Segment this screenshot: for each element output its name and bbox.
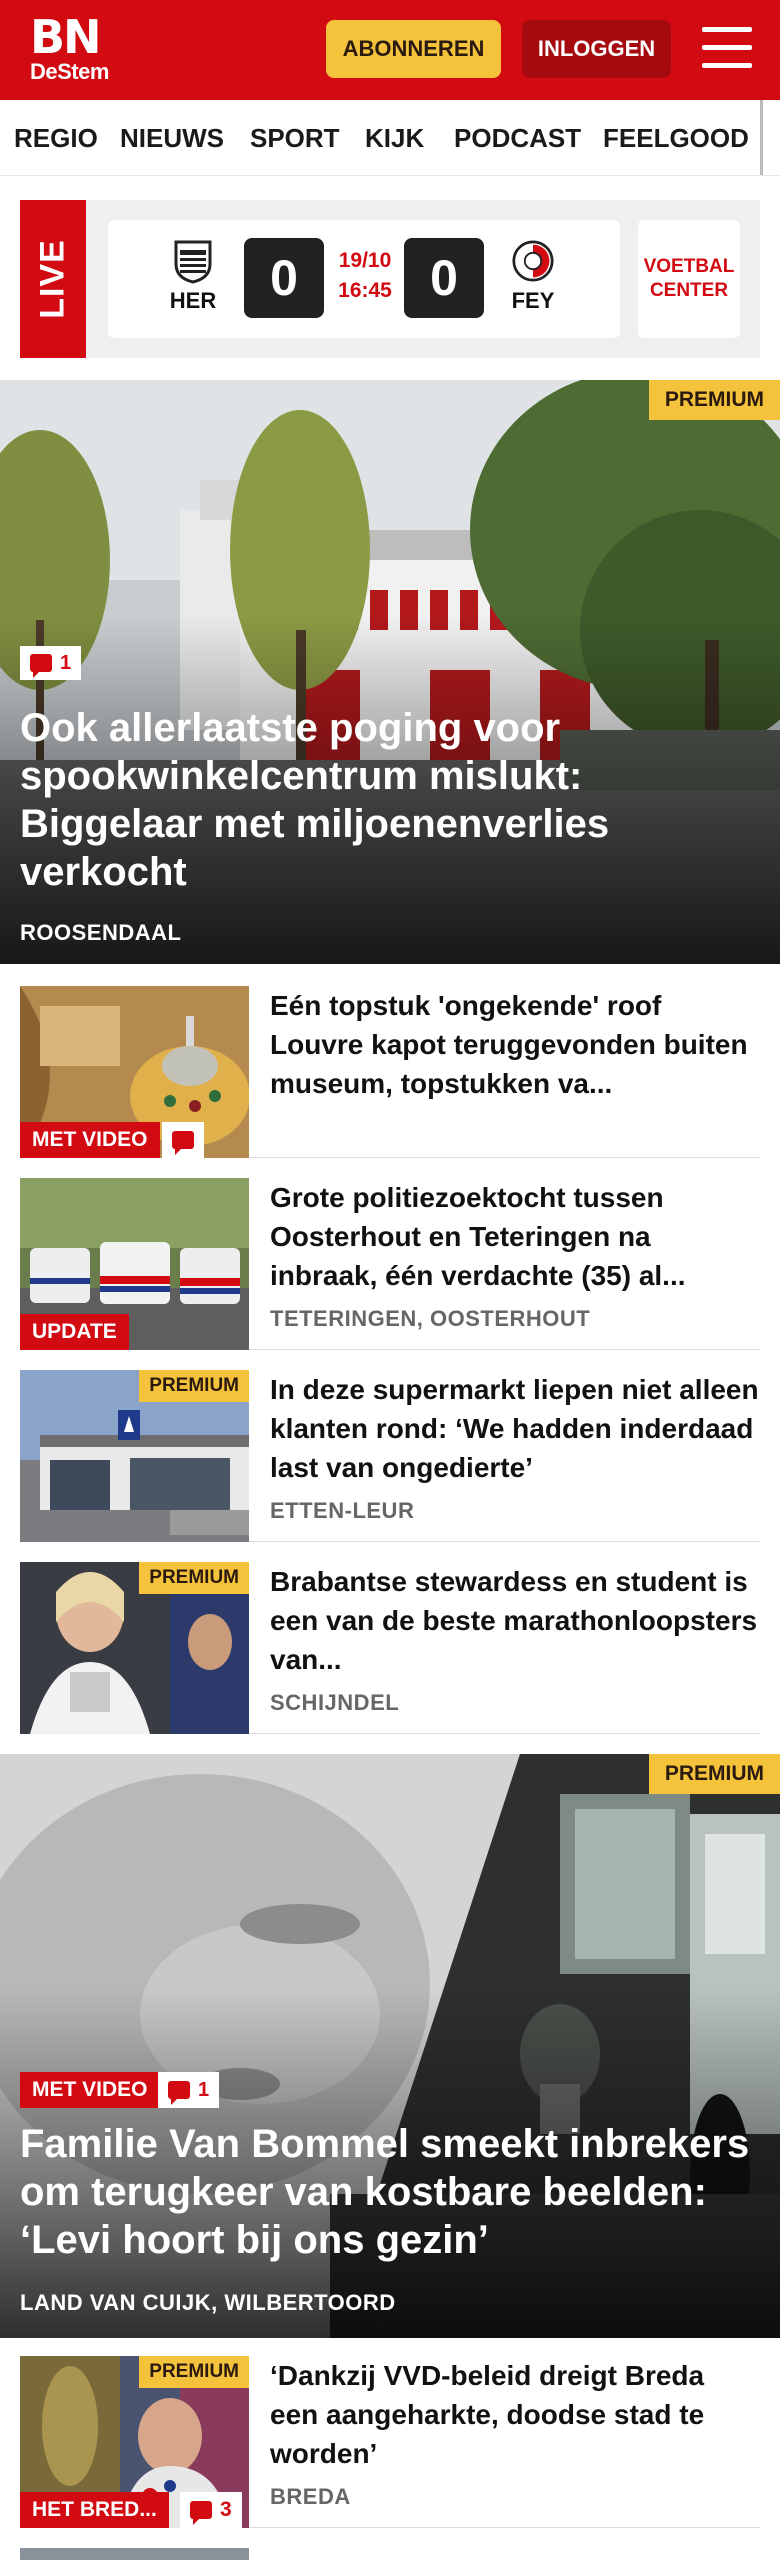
nav-item-kijk[interactable]: KIJK (365, 100, 424, 175)
article-thumbnail: MET VIDEO (20, 986, 249, 1158)
premium-badge: PREMIUM (139, 2356, 249, 2388)
logo-sub: DeStem (30, 59, 109, 84)
article-title[interactable]: Grote politiezoektocht tussen Oosterhout… (270, 1178, 760, 1295)
live-tab[interactable]: LIVE (20, 200, 86, 358)
feyenoord-crest-icon (512, 240, 554, 282)
article-thumbnail: UPDATE (20, 1178, 249, 1350)
comment-count-badge[interactable]: 3 (180, 2492, 242, 2528)
hamburger-icon[interactable] (702, 27, 752, 71)
site-header: BN DeStem ABONNEREN INLOGGEN (0, 0, 780, 100)
premium-badge: PREMIUM (648, 1754, 780, 1794)
article-title[interactable]: In deze supermarkt liepen niet alleen kl… (270, 1370, 760, 1487)
nav-item-sport[interactable]: SPORT (250, 100, 340, 175)
comment-icon (190, 2501, 212, 2525)
premium-badge: PREMIUM (139, 1370, 249, 1402)
subscribe-button[interactable]: ABONNEREN (326, 20, 501, 78)
match-card[interactable]: HER 0 19/10 16:45 0 FEY (108, 220, 620, 338)
article-location: BREDA (270, 2484, 351, 2509)
article-title[interactable]: Eén topstuk 'ongekende' roof Louvre kapo… (270, 986, 760, 1103)
away-score: 0 (404, 238, 484, 318)
video-tag: MET VIDEO (20, 2072, 160, 2108)
home-score: 0 (244, 238, 324, 318)
match-time: 16:45 (338, 279, 392, 302)
away-team-code: FEY (511, 288, 555, 313)
login-button[interactable]: INLOGGEN (522, 20, 671, 78)
nav-item-nieuws[interactable]: NIEUWS (120, 100, 224, 175)
hero-article[interactable]: PREMIUM 1 Ook allerlaatste poging voor s… (0, 380, 780, 964)
video-tag: MET VIDEO (20, 1122, 160, 1158)
hero-title[interactable]: Familie Van Bommel smeekt inbrekers om t… (20, 2120, 760, 2264)
live-label: LIVE (33, 239, 72, 319)
live-scoreboard: LIVE HER 0 19/10 16:45 0 FEY VOETBAL CEN… (20, 200, 760, 358)
comment-count-badge[interactable]: 1 (20, 646, 82, 680)
article-location: ETTEN-LEUR (270, 1498, 415, 1523)
article-location: SCHIJNDEL (270, 1690, 400, 1715)
nav-item-podcast[interactable]: PODCAST (454, 100, 581, 175)
heracles-crest-icon (174, 240, 212, 284)
away-team: FEY (498, 238, 568, 314)
list-item[interactable]: PREMIUM In deze supermarkt liepen niet a… (20, 1370, 760, 1542)
hero-location: LAND VAN CUIJK, WILBERTOORD (20, 2290, 396, 2315)
nav-item-feelgood[interactable]: FEELGOOD (603, 100, 749, 175)
article-location: TETERINGEN, OOSTERHOUT (270, 1306, 591, 1331)
kickoff-time: 19/10 16:45 (334, 246, 396, 306)
list-item[interactable]: UPDATE Grote politiezoektocht tussen Oos… (20, 1178, 760, 1350)
comment-icon (30, 654, 52, 678)
match-date: 19/10 (338, 249, 392, 272)
article-thumbnail: PREMIUM (20, 1562, 249, 1734)
section-tag: HET BRED... (20, 2492, 169, 2528)
update-tag: UPDATE (20, 1314, 129, 1350)
premium-badge: PREMIUM (139, 1562, 249, 1594)
comment-count-badge[interactable]: 1 (158, 2072, 220, 2108)
voetbal-center-link[interactable]: VOETBAL CENTER (638, 220, 740, 338)
list-item[interactable]: PREMIUM Brabantse stewardess en student … (20, 1562, 760, 1734)
premium-badge: PREMIUM (648, 380, 780, 420)
home-team-code: HER (169, 288, 217, 313)
site-logo[interactable]: BN DeStem (30, 14, 109, 84)
comment-icon (168, 2081, 190, 2105)
article-title[interactable]: Brabantse stewardess en student is een v… (270, 1562, 760, 1679)
next-article-thumbnail (20, 2548, 249, 2560)
main-nav: REGIO NIEUWS SPORT KIJK PODCAST FEELGOOD (0, 100, 780, 176)
list-item[interactable]: MET VIDEO Eén topstuk 'ongekende' roof L… (20, 986, 760, 1158)
list-item[interactable]: PREMIUM HET BRED... 3 ‘Dankzij VVD-belei… (20, 2356, 760, 2528)
hero-location: ROOSENDAAL (20, 920, 182, 945)
comment-count: 3 (220, 2498, 232, 2521)
comment-count: 1 (60, 651, 72, 674)
article-title[interactable]: ‘Dankzij VVD-beleid dreigt Breda een aan… (270, 2356, 760, 2473)
hero-article[interactable]: PREMIUM MET VIDEO 1 Familie Van Bommel s… (0, 1754, 780, 2338)
hero-title[interactable]: Ook allerlaatste poging voor spookwinkel… (20, 704, 760, 896)
comment-icon (172, 1131, 194, 1155)
logo-main: BN (30, 10, 102, 64)
nav-item-regio[interactable]: REGIO (14, 100, 98, 175)
nav-scroll-indicator (760, 100, 780, 175)
article-thumbnail: PREMIUM HET BRED... 3 (20, 2356, 249, 2528)
comment-count: 1 (198, 2078, 210, 2101)
article-thumbnail: PREMIUM (20, 1370, 249, 1542)
comment-count-badge[interactable] (162, 1122, 204, 1158)
home-team: HER (158, 238, 228, 314)
